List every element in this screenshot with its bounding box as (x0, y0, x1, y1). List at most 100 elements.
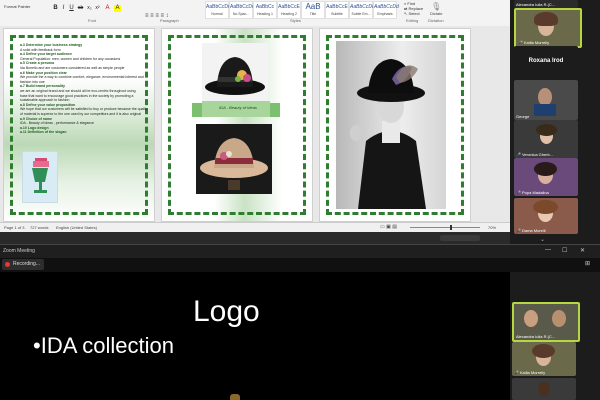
hat-image-top (202, 43, 268, 101)
participant-name: Alexandra Iulia R.(C... (516, 2, 556, 7)
participant-name: Kaiila Morrelly (519, 370, 546, 375)
cup-image (22, 151, 58, 203)
participant-tile[interactable] (512, 378, 576, 400)
participant-name: George (516, 114, 530, 119)
group-label-editing: Editing (406, 18, 419, 23)
subscript-button[interactable]: x₂ (86, 5, 93, 12)
hair (534, 12, 558, 26)
dictate-button[interactable]: 🎙 Dictate (430, 2, 442, 16)
mic-muted-icon: 🎤 (514, 370, 519, 375)
participant-name-row: 🎤Kaiila Morrelly (514, 370, 545, 375)
group-label-font: Font (88, 18, 97, 23)
style-label: Heading 2 (281, 12, 297, 16)
format-painter-button[interactable]: Format Painter (4, 4, 30, 9)
style-label: Emphasis (377, 12, 393, 16)
style-label: Subtle Em... (351, 12, 371, 16)
mic-muted-icon: 🎤 (518, 40, 523, 45)
participant-tile[interactable]: 🎤Veronica Gherb... (514, 120, 578, 158)
style-title[interactable]: AaB Title (301, 1, 325, 19)
style-sample: AaBbCcDd (350, 4, 375, 10)
body-line: we are an original brand and we should a… (20, 88, 136, 93)
participant-name-row: 🎤Kaiila Morrelly (518, 40, 549, 45)
face-avatar (552, 310, 566, 327)
style-sample: AaBbCcDd (206, 4, 231, 10)
participant-name: Kaiila Morrelly (523, 40, 550, 45)
participants-panel-bottom: Alexandra Iulia R.(C... 🎤Kaiila Morrelly (510, 272, 600, 400)
paragraph-controls: ≡ ≡ ≡ ≡ ↕ (145, 4, 181, 19)
title-banner: IDA - Beauty of Ideas (192, 99, 280, 121)
participant-tile[interactable]: George (514, 80, 578, 120)
style-label: Heading 1 (257, 12, 273, 16)
underline-button[interactable]: U (68, 5, 75, 12)
recording-label: Recording... (13, 261, 40, 267)
style-heading-1[interactable]: AaBbCc Heading 1 (253, 1, 277, 19)
word-ribbon: Format Painter B I U ab x₂ x² A A ≡ ≡ ≡ … (0, 0, 510, 27)
maximize-button[interactable]: ☐ (562, 247, 567, 254)
strikethrough-button[interactable]: ab (77, 5, 84, 12)
style-no-spacing[interactable]: AaBbCcDd No Spac... (229, 1, 255, 19)
hair (533, 200, 558, 214)
italic-button[interactable]: I (60, 5, 67, 12)
grid-view-icon[interactable]: ⊞ (585, 260, 590, 267)
zoom-slider-thumb[interactable] (450, 225, 452, 230)
select-button[interactable]: ↖ Select (404, 11, 423, 16)
bold-button[interactable]: B (52, 5, 59, 12)
document-page-2[interactable]: IDA - Beauty of Ideas (161, 28, 313, 222)
microphone-icon: 🎙 (431, 2, 442, 11)
style-subtle-emphasis[interactable]: AaBbCcDd Subtle Em... (349, 1, 375, 19)
hat-image-bottom (196, 124, 272, 194)
slide-bullet: •IDA collection (33, 333, 174, 358)
minimize-button[interactable]: — (545, 247, 551, 253)
document-page-1[interactable]: a.3 Determine your business strategy A so… (3, 28, 155, 222)
shared-document-window: Format Painter B I U ab x₂ x² A A ≡ ≡ ≡ … (0, 0, 510, 244)
recording-indicator[interactable]: Recording... (2, 259, 44, 270)
face-avatar (524, 310, 538, 327)
participant-name: Popa Madalina (521, 190, 549, 195)
participant-tile-header[interactable]: Alexandra Iulia R.(C... (514, 0, 578, 8)
close-button[interactable]: ✕ (580, 247, 585, 254)
participant-tile-no-video[interactable]: Roxana Irod (514, 46, 578, 80)
dictate-label: Dictate (430, 11, 443, 16)
participant-tile[interactable]: 🎤Popa Madalina (514, 158, 578, 196)
hair (534, 162, 557, 176)
style-label: Title (309, 12, 317, 16)
style-normal[interactable]: AaBbCcDd Normal (205, 1, 231, 19)
participant-tile[interactable]: 🎤Kaiila Morrelly (512, 342, 576, 376)
language-indicator[interactable]: English (United States) (56, 225, 97, 230)
shared-slide: Logo •IDA collection (0, 272, 510, 400)
participant-tile[interactable]: 🎤Dama Morelli (514, 198, 578, 234)
style-sample: AaB (305, 2, 321, 11)
hair (532, 344, 555, 358)
participant-name-row: 🎤Veronica Gherb... (516, 152, 553, 157)
select-label: Select (408, 11, 420, 16)
participant-tile-active-speaker[interactable]: 🎤Kaiila Morrelly (514, 8, 582, 48)
style-sample: AaBbCcDd (374, 4, 399, 10)
highlight-button[interactable]: A (114, 5, 121, 12)
cursor-icon: ↖ (404, 11, 408, 16)
superscript-button[interactable]: x² (94, 5, 101, 12)
page-1-text: a.3 Determine your business strategy A so… (20, 43, 148, 135)
style-heading-2[interactable]: AaBbCcE Heading 2 (277, 1, 301, 19)
mic-muted-icon: 🎤 (516, 190, 521, 195)
group-label-styles: Styles (290, 18, 301, 23)
style-emphasis[interactable]: AaBbCcDd Emphasis (373, 1, 399, 19)
style-sample: AaBbCc (255, 4, 275, 10)
mic-muted-icon: 🎤 (516, 228, 521, 233)
zoom-slider[interactable] (410, 227, 480, 228)
style-label: Normal (211, 12, 223, 16)
taskbar-tray[interactable] (440, 235, 480, 241)
group-label-paragraph: Paragraph (160, 18, 179, 23)
font-color-button[interactable]: A (104, 5, 111, 12)
participants-panel-top: Alexandra Iulia R.(C... 🎤Kaiila Morrelly… (510, 0, 600, 244)
style-sample: AaBbCcE (278, 4, 300, 10)
zoom-level: 70% (488, 225, 497, 230)
record-dot-icon (5, 262, 10, 267)
style-subtitle[interactable]: AaBbCcE Subtitle (325, 1, 349, 19)
chevron-down-icon[interactable]: ⌄ (540, 236, 545, 243)
document-page-3[interactable] (319, 28, 471, 222)
editing-group: ⌕ Find ⇄ Replace ↖ Select (404, 1, 423, 16)
view-mode-icons[interactable]: ▭ ▣ ▤ (380, 224, 397, 230)
style-label: Subtitle (331, 12, 343, 16)
style-sample: AaBbCcDd (230, 4, 255, 10)
participant-tile-active-speaker[interactable]: Alexandra Iulia R.(C... (512, 302, 580, 342)
